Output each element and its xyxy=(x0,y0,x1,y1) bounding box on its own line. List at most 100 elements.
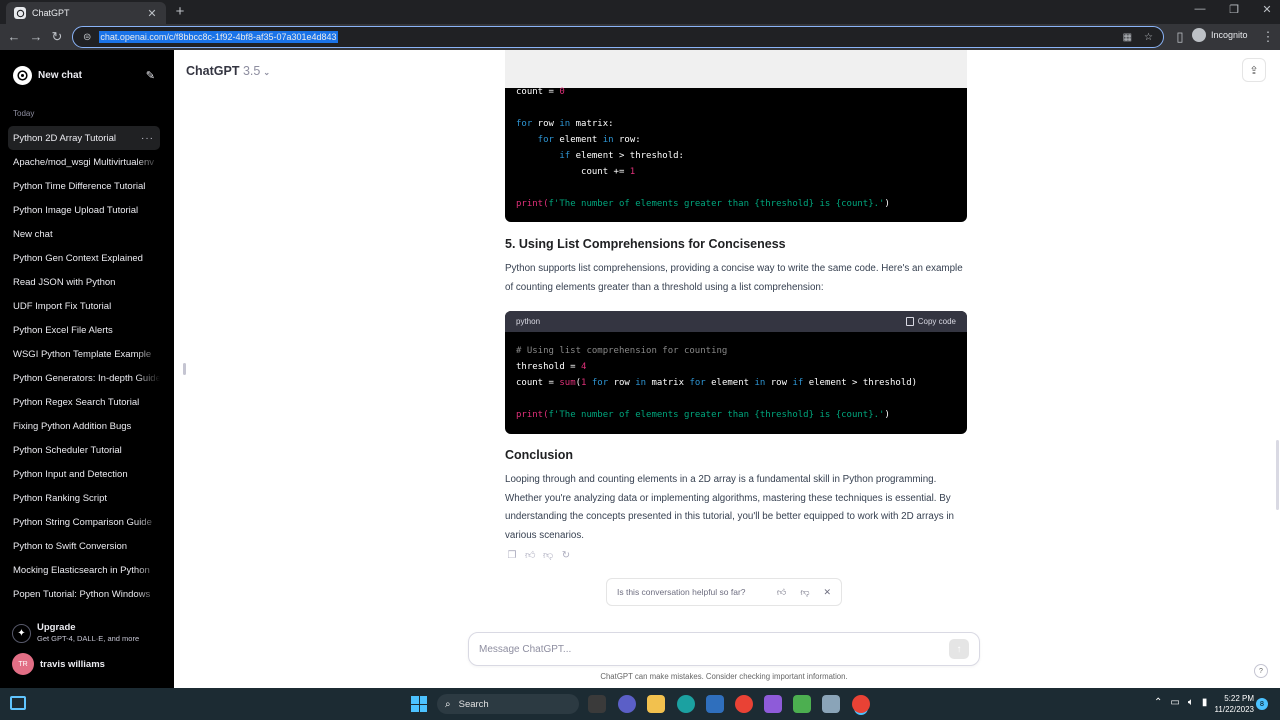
thumbs-down-icon[interactable]: 👎︎ xyxy=(800,587,809,598)
copy-code-label: Copy code xyxy=(917,317,956,326)
chrome-active-icon[interactable] xyxy=(852,695,870,713)
sidebar-chat-item[interactable]: Python 2D Array Tutorial ··· xyxy=(8,126,160,150)
code-block-header: python Copy code xyxy=(505,311,967,332)
code-comment: # Using list comprehension for counting xyxy=(516,346,728,356)
search-icon: ⌕ xyxy=(445,698,451,710)
sidebar-chat-item[interactable]: Python Generators: In-depth Guide xyxy=(8,366,160,390)
sidebar-chat-item[interactable]: Python Image Upload Tutorial xyxy=(8,198,160,222)
sidebar-chat-item[interactable]: Python Ranking Script xyxy=(8,486,160,510)
browser-menu-icon[interactable]: ⋮ xyxy=(1260,29,1276,45)
store-icon[interactable] xyxy=(706,695,724,713)
thumbs-up-icon[interactable]: 👍︎ xyxy=(525,551,535,561)
model-selector[interactable]: ChatGPT 3.5 ⌄ xyxy=(186,64,270,78)
sidebar-chat-item[interactable]: Python Gen Context Explained xyxy=(8,246,160,270)
site-info-icon[interactable]: ⊜ xyxy=(83,32,91,43)
new-chat-button[interactable]: New chat ✎ xyxy=(8,62,160,88)
sidebar-chat-item[interactable]: Python Excel File Alerts xyxy=(8,318,160,342)
tab-title: ChatGPT xyxy=(32,8,70,18)
sidebar-chat-item[interactable]: Python Scheduler Tutorial xyxy=(8,438,160,462)
notification-badge[interactable]: 8 xyxy=(1256,698,1268,710)
sidebar-chat-item[interactable]: Python Input and Detection xyxy=(8,462,160,486)
bookmark-star-icon[interactable]: ☆ xyxy=(1144,32,1153,43)
scrollbar[interactable] xyxy=(1276,440,1279,510)
new-tab-icon[interactable]: + xyxy=(172,3,188,20)
copy-icon[interactable]: ❐ xyxy=(507,551,517,561)
thumbs-up-icon[interactable]: 👍︎ xyxy=(777,587,786,598)
upgrade-button[interactable]: ✦ Upgrade Get GPT-4, DALL·E, and more xyxy=(12,622,139,643)
address-bar[interactable]: ⊜ chat.openai.com/c/f8bbcc8c-1f92-4bf8-a… xyxy=(72,26,1164,48)
incognito-icon xyxy=(1192,28,1206,42)
editor-app-icon[interactable] xyxy=(793,695,811,713)
chevron-down-icon: ⌄ xyxy=(263,68,271,77)
code-line: print(f'The number of elements greater t… xyxy=(516,199,890,209)
restore-icon[interactable]: ❐ xyxy=(1226,3,1242,16)
volume-icon[interactable]: 🔈︎ xyxy=(1188,697,1194,708)
sidebar-chat-item[interactable]: Popen Tutorial: Python Windows xyxy=(8,582,160,606)
chrome-icon[interactable] xyxy=(735,695,753,713)
sidebar-chat-item[interactable]: New chat xyxy=(8,222,160,246)
task-view-icon[interactable] xyxy=(588,695,606,713)
minimize-icon[interactable]: — xyxy=(1192,3,1208,15)
window-close-icon[interactable]: ✕ xyxy=(1259,3,1275,16)
url-text[interactable]: chat.openai.com/c/f8bbcc8c-1f92-4bf8-af3… xyxy=(99,31,338,43)
section-paragraph: Python supports list comprehensions, pro… xyxy=(505,263,963,293)
browser-tab[interactable]: ChatGPT ✕ xyxy=(6,2,166,24)
reload-icon[interactable]: ↻ xyxy=(49,29,65,45)
new-chat-label: New chat xyxy=(38,69,82,81)
sidebar-chat-item[interactable]: Python Regex Search Tutorial xyxy=(8,390,160,414)
main-panel: ChatGPT 3.5 ⌄ ⇪ count = 0 for row in matr… xyxy=(174,50,1280,688)
sidebar-chat-item[interactable]: Python Time Difference Tutorial xyxy=(8,174,160,198)
feedback-question: Is this conversation helpful so far? xyxy=(617,587,746,597)
chatgpt-favicon-icon xyxy=(14,7,26,19)
os-taskbar: ⌕ Search ⌃ ▭ 🔈︎ ▮ 5:22 PM 11/22/2023 8 xyxy=(0,688,1280,720)
network-icon[interactable]: ▭ xyxy=(1170,697,1179,708)
compose-icon[interactable]: ✎ xyxy=(146,69,155,82)
question-mark-icon: ? xyxy=(1259,667,1263,675)
file-explorer-icon[interactable] xyxy=(647,695,665,713)
help-button[interactable]: ? xyxy=(1254,664,1268,678)
sidebar-chat-item[interactable]: Apache/mod_wsgi Multivirtualenv xyxy=(8,150,160,174)
openai-logo-icon xyxy=(13,65,32,85)
utility-app-icon[interactable] xyxy=(822,695,840,713)
regenerate-icon[interactable]: ↻ xyxy=(561,551,571,561)
incognito-indicator[interactable]: Incognito xyxy=(1192,28,1248,42)
thumbs-down-icon[interactable]: 👎︎ xyxy=(543,551,553,561)
sidebar-chat-item[interactable]: WSGI Python Template Example xyxy=(8,342,160,366)
message-actions: ❐ 👍︎ 👎︎ ↻ xyxy=(507,551,571,561)
chat-app-icon[interactable] xyxy=(618,695,636,713)
sidebar-chat-item[interactable]: Read JSON with Python xyxy=(8,270,160,294)
start-button[interactable] xyxy=(411,696,427,712)
code-block-overlap xyxy=(505,50,967,88)
back-icon[interactable]: ← xyxy=(6,29,22,45)
share-button[interactable]: ⇪ xyxy=(1242,58,1266,82)
close-icon[interactable]: ✕ xyxy=(823,587,831,598)
send-button[interactable]: ↑ xyxy=(949,639,969,659)
taskbar-search[interactable]: ⌕ Search xyxy=(437,694,579,714)
sidebar-chat-item[interactable]: Python to Swift Conversion xyxy=(8,534,160,558)
message-input[interactable] xyxy=(479,643,949,655)
code-line: count += 1 xyxy=(516,167,636,177)
side-panel-icon[interactable]: ▯ xyxy=(1172,29,1188,45)
code-line: count = sum(1 for row in matrix for elem… xyxy=(516,378,918,388)
copy-code-button[interactable]: Copy code xyxy=(905,317,956,326)
widgets-icon[interactable] xyxy=(10,696,26,710)
taskbar-clock[interactable]: 5:22 PM 11/22/2023 xyxy=(1206,693,1254,715)
qr-code-icon[interactable]: ▦ xyxy=(1123,32,1132,43)
sidebar-chat-item[interactable]: Python String Comparison Guide xyxy=(8,510,160,534)
feedback-prompt: Is this conversation helpful so far? 👍︎ … xyxy=(606,578,842,606)
upgrade-title: Upgrade xyxy=(37,622,76,633)
incognito-label: Incognito xyxy=(1211,30,1248,40)
conclusion-paragraph: Looping through and counting elements in… xyxy=(505,474,954,541)
forward-icon[interactable]: → xyxy=(28,29,44,45)
sidebar-chat-item[interactable]: UDF Import Fix Tutorial xyxy=(8,294,160,318)
sparkle-icon: ✦ xyxy=(12,624,31,643)
sidebar-chat-item[interactable]: Fixing Python Addition Bugs xyxy=(8,414,160,438)
sidebar-chat-item[interactable]: Mocking Elasticsearch in Python xyxy=(8,558,160,582)
chat-options-icon[interactable]: ··· xyxy=(141,133,154,144)
chevron-up-icon[interactable]: ⌃ xyxy=(1154,697,1162,708)
tab-close-icon[interactable]: ✕ xyxy=(146,7,158,20)
sidebar-toggle-handle[interactable] xyxy=(183,363,186,375)
edge-browser-icon[interactable] xyxy=(677,695,695,713)
app-icon[interactable] xyxy=(764,695,782,713)
user-menu[interactable]: TR travis williams xyxy=(12,653,105,675)
